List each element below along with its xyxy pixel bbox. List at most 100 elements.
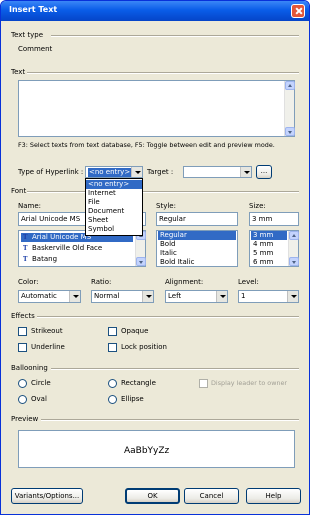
font-style-label: Style: <box>156 202 176 210</box>
circle-radio[interactable] <box>18 379 27 388</box>
dropdown-option[interactable]: File <box>86 198 142 207</box>
oval-label: Oval <box>31 395 47 403</box>
oval-radio[interactable] <box>18 395 27 404</box>
font-name-label: Name: <box>18 202 42 210</box>
color-select[interactable]: Automatic <box>18 290 81 303</box>
chevron-down-icon[interactable] <box>131 167 142 177</box>
dropdown-option[interactable]: Symbol <box>86 225 142 234</box>
divider <box>51 35 299 37</box>
size-list-item[interactable]: 5 mm <box>251 249 287 258</box>
font-list-item[interactable]: T Baskerville Old Face <box>21 244 133 253</box>
preview-box: AaBbYyZz <box>18 430 295 468</box>
display-leader-label: Display leader to owner <box>211 379 288 387</box>
close-icon[interactable] <box>291 4 305 18</box>
underline-checkbox[interactable] <box>18 343 27 352</box>
divider <box>41 419 299 421</box>
size-list-item[interactable]: 3 mm <box>251 231 287 240</box>
font-size-value: 3 mm <box>252 215 273 223</box>
text-type-label: Text type <box>11 31 44 39</box>
chevron-down-icon[interactable] <box>287 291 298 302</box>
lock-position-label: Lock position <box>121 343 167 351</box>
font-style-list[interactable]: Regular Bold Italic Bold Italic <box>156 230 238 267</box>
font-list-scrollbar[interactable] <box>135 231 146 266</box>
chevron-down-icon[interactable] <box>216 291 227 302</box>
divider <box>27 191 299 193</box>
variants-options-button[interactable]: Variants/Options... <box>11 488 83 504</box>
dropdown-option[interactable]: Sheet <box>86 216 142 225</box>
underline-label: Underline <box>31 343 65 351</box>
font-style-value: Regular <box>159 215 186 223</box>
title-bar[interactable]: Insert Text <box>1 1 309 21</box>
size-list-item[interactable]: 6 mm <box>251 258 287 267</box>
help-button[interactable]: Help <box>246 488 301 504</box>
style-list-item[interactable]: Bold <box>158 240 236 249</box>
scroll-up-icon[interactable] <box>289 231 299 240</box>
ballooning-section-label: Ballooning <box>11 364 48 372</box>
alignment-value: Left <box>168 292 182 300</box>
text-type-value: Comment <box>18 45 53 53</box>
strikeout-label: Strikeout <box>31 327 63 335</box>
scroll-down-icon[interactable] <box>285 127 295 136</box>
level-label: Level: <box>238 278 259 286</box>
dropdown-option[interactable]: <no entry> <box>86 180 142 189</box>
lock-position-checkbox[interactable] <box>108 343 117 352</box>
effects-section-label: Effects <box>11 312 35 320</box>
text-section-label: Text <box>11 68 26 76</box>
size-list-item[interactable]: 4 mm <box>251 240 287 249</box>
chevron-down-icon[interactable] <box>142 291 153 302</box>
color-value: Automatic <box>21 292 57 300</box>
dropdown-option[interactable]: Document <box>86 207 142 216</box>
ok-button[interactable]: OK <box>125 488 180 504</box>
truetype-icon: T <box>23 245 28 252</box>
scroll-up-icon[interactable] <box>285 81 295 90</box>
rectangle-radio[interactable] <box>108 379 117 388</box>
truetype-icon: T <box>23 234 28 241</box>
target-select[interactable] <box>183 166 252 178</box>
font-list-item-label: Arial Unicode MS <box>32 233 92 241</box>
scroll-down-icon[interactable] <box>289 257 299 266</box>
color-label: Color: <box>18 278 39 286</box>
cancel-button[interactable]: Cancel <box>184 488 239 504</box>
style-list-item[interactable]: Bold Italic <box>158 258 236 267</box>
preview-section-label: Preview <box>11 415 39 423</box>
rectangle-label: Rectangle <box>121 379 156 387</box>
insert-text-dialog: Insert Text Text type Comment Text F3: S… <box>0 0 310 515</box>
opaque-checkbox[interactable] <box>108 327 117 336</box>
level-select[interactable]: 1 <box>238 290 299 303</box>
display-leader-checkbox[interactable] <box>199 379 208 388</box>
font-name-value: Arial Unicode MS <box>21 215 81 223</box>
chevron-down-icon[interactable] <box>69 291 80 302</box>
font-size-input[interactable]: 3 mm <box>249 212 299 226</box>
alignment-select[interactable]: Left <box>165 290 228 303</box>
target-browse-button[interactable]: ... <box>256 165 272 179</box>
truetype-icon: T <box>23 256 28 263</box>
level-value: 1 <box>241 292 246 300</box>
dialog-title: Insert Text <box>9 5 58 14</box>
ellipse-radio[interactable] <box>108 395 117 404</box>
chevron-down-icon[interactable] <box>240 167 251 177</box>
text-input-area[interactable] <box>18 80 295 137</box>
strikeout-checkbox[interactable] <box>18 327 27 336</box>
target-label: Target : <box>147 168 174 176</box>
ratio-value: Normal <box>94 292 120 300</box>
font-list-item[interactable]: T Batang <box>21 255 133 264</box>
style-list-item[interactable]: Regular <box>158 231 236 240</box>
font-size-label: Size: <box>249 202 266 210</box>
text-scrollbar[interactable] <box>284 81 295 136</box>
divider <box>37 316 299 318</box>
ratio-select[interactable]: Normal <box>91 290 154 303</box>
hyperlink-type-select[interactable]: <no entry> <box>85 166 143 178</box>
font-list-item-label: Baskerville Old Face <box>32 244 103 252</box>
text-hint: F3: Select texts from text database, F5:… <box>18 141 275 149</box>
style-list-item[interactable]: Italic <box>158 249 236 258</box>
hyperlink-type-dropdown[interactable]: <no entry> Internet File Document Sheet … <box>85 178 143 236</box>
dropdown-option[interactable]: Internet <box>86 189 142 198</box>
font-section-label: Font <box>11 187 27 195</box>
scroll-down-icon[interactable] <box>136 257 146 266</box>
size-list-scrollbar[interactable] <box>288 231 299 266</box>
divider <box>27 72 299 74</box>
font-style-input[interactable]: Regular <box>156 212 238 226</box>
font-size-list[interactable]: 3 mm 4 mm 5 mm 6 mm <box>249 230 299 267</box>
hyperlink-type-value: <no entry> <box>88 168 132 177</box>
preview-sample: AaBbYyZz <box>124 446 170 456</box>
